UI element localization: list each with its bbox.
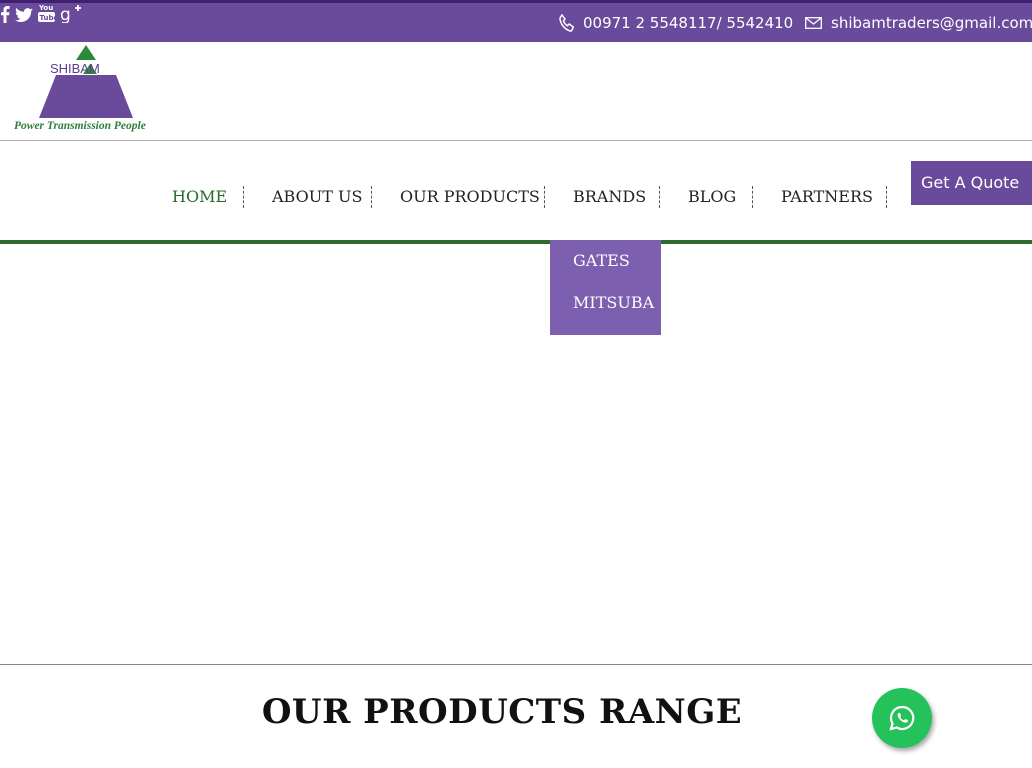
nav-brands[interactable]: BRANDS — [573, 141, 646, 240]
phone-number: 00971 2 5548117/ 5542410 — [583, 13, 794, 32]
nav-bottom-border — [0, 240, 1032, 244]
logo-triangle-top — [76, 45, 96, 60]
dropdown-item-gates[interactable]: GATES — [573, 251, 630, 270]
phone-contact[interactable]: 00971 2 5548117/ 5542410 — [559, 3, 793, 42]
brands-dropdown: GATES MITSUBA — [550, 240, 661, 335]
logo-tagline: Power Transmission People — [14, 120, 146, 132]
whatsapp-icon — [889, 705, 915, 731]
top-bar: You Tube g 00971 2 5548117/ 5542410 shib… — [0, 0, 1032, 42]
svg-text:You: You — [38, 4, 53, 12]
nav-about-us[interactable]: ABOUT US — [272, 141, 362, 240]
nav-divider — [371, 186, 372, 208]
phone-icon — [559, 13, 574, 32]
logo-triangle-body — [39, 75, 133, 118]
youtube-icon[interactable]: You Tube — [38, 4, 60, 27]
nav-home[interactable]: HOME — [172, 141, 227, 240]
email-address: shibamtraders@gmail.com — [831, 13, 1032, 32]
section-title: OUR PRODUCTS RANGE — [261, 692, 743, 732]
nav-divider — [659, 186, 660, 208]
email-contact[interactable]: shibamtraders@gmail.com — [805, 3, 1032, 42]
nav-partners[interactable]: PARTNERS — [781, 141, 873, 240]
nav-blog[interactable]: BLOG — [688, 141, 736, 240]
logo-name: SHIBAM — [50, 61, 100, 76]
logo[interactable]: SHIBAM Power Transmission People — [12, 44, 162, 136]
main-nav: HOME ABOUT US OUR PRODUCTS BRANDS BLOG P… — [0, 141, 1032, 244]
nav-divider — [243, 186, 244, 208]
facebook-icon[interactable] — [0, 6, 15, 27]
nav-our-products[interactable]: OUR PRODUCTS — [400, 141, 540, 240]
envelope-icon — [805, 16, 822, 29]
nav-divider — [752, 186, 753, 208]
get-a-quote-button[interactable]: Get A Quote — [911, 161, 1032, 205]
nav-divider — [544, 186, 545, 208]
nav-divider — [886, 186, 887, 208]
twitter-icon[interactable] — [15, 8, 38, 27]
dropdown-item-mitsuba[interactable]: MITSUBA — [573, 293, 654, 312]
svg-text:Tube: Tube — [40, 14, 56, 22]
header: SHIBAM Power Transmission People — [0, 42, 1032, 140]
google-plus-icon[interactable]: g — [60, 5, 82, 27]
svg-text:g: g — [60, 5, 71, 23]
whatsapp-button[interactable] — [872, 688, 932, 748]
hero-bottom-divider — [0, 664, 1032, 665]
